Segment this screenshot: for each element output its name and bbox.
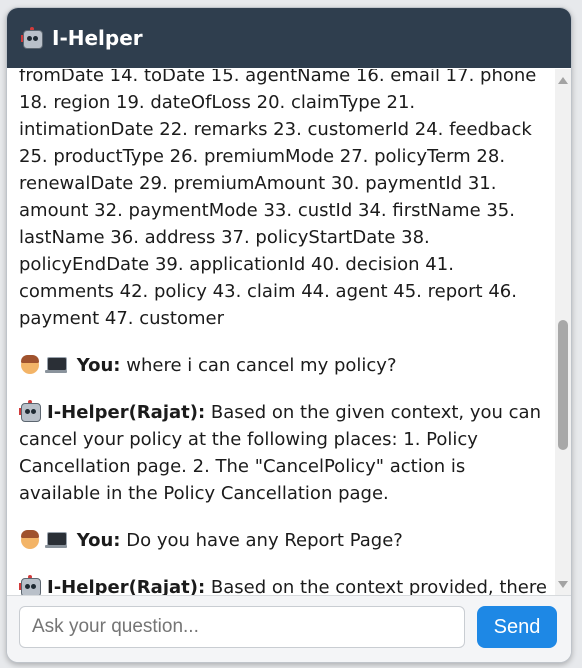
scrollbar-thumb[interactable] [558,320,568,450]
message-text: fromDate 14. toDate 15. agentName 16. em… [19,69,537,329]
boy-icon [19,528,41,550]
speaker-label: You: [76,530,121,551]
scroll-down-arrow-icon[interactable] [558,581,568,588]
send-button[interactable]: Send [477,606,557,648]
user-message: You: Do you have any Report Page? [19,527,549,554]
message-text: Do you have any Report Page? [126,530,403,551]
bot-message: fromDate 14. toDate 15. agentName 16. em… [19,69,549,332]
speaker-label: You: [76,355,121,376]
bot-message: I-Helper(Rajat): Based on the context pr… [19,574,549,596]
bot-message: I-Helper(Rajat): Based on the given cont… [19,399,549,507]
scroll-up-arrow-icon[interactable] [558,77,568,84]
message-text: Based on the context provided, there [210,577,547,596]
app-title: I-Helper [52,26,143,50]
chat-window: I-Helper fromDate 14. toDate 15. agentNa… [6,7,572,663]
question-input[interactable] [19,606,465,648]
robot-icon [19,400,41,422]
robot-icon [19,575,41,596]
robot-icon [21,27,43,49]
chat-log[interactable]: fromDate 14. toDate 15. agentName 16. em… [7,69,555,596]
laptop-icon [45,528,67,550]
header: I-Helper [7,8,571,68]
laptop-icon [45,353,67,375]
speaker-label: I-Helper(Rajat): [47,402,206,423]
user-message: You: where i can cancel my policy? [19,352,549,379]
chat-scrollbar[interactable] [555,69,571,596]
input-bar: Send [7,595,571,662]
boy-icon [19,353,41,375]
message-text: where i can cancel my policy? [126,355,397,376]
speaker-label: I-Helper(Rajat): [47,577,206,596]
